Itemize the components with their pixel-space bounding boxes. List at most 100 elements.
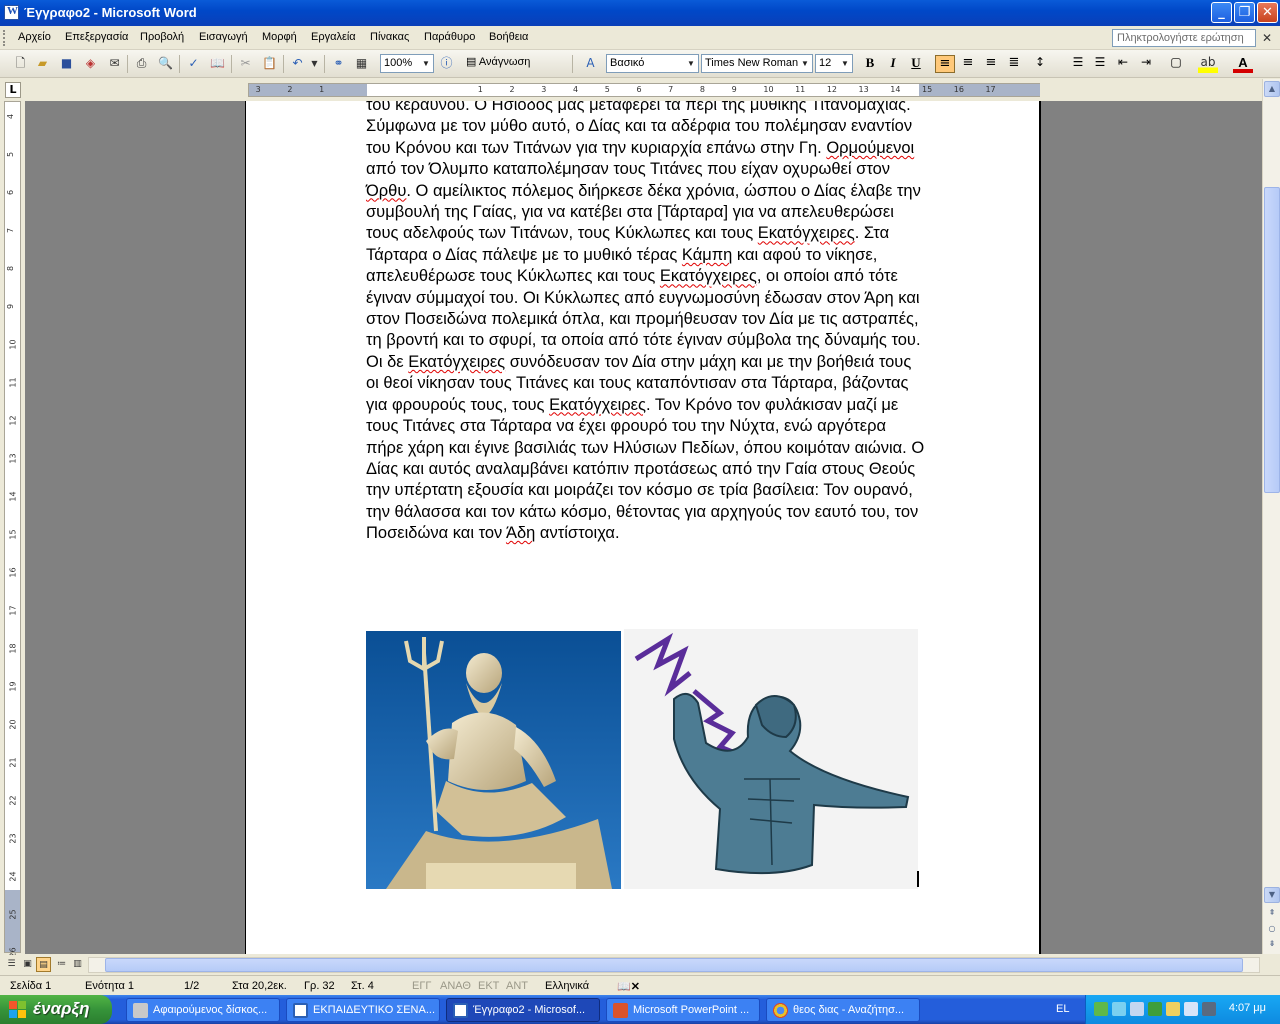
- spelling-status-icon[interactable]: 📖✕: [617, 980, 640, 993]
- tray-volume-icon[interactable]: [1184, 1002, 1198, 1016]
- undo-icon[interactable]: ↶: [289, 55, 306, 72]
- print-layout-icon[interactable]: ▤: [36, 957, 51, 972]
- zeus-painting-image[interactable]: [624, 629, 918, 889]
- ruler-tick-label: 1: [319, 85, 325, 94]
- save-icon[interactable]: ■: [58, 55, 75, 72]
- start-button[interactable]: έναρξη: [0, 995, 112, 1024]
- permission-icon[interactable]: ◈: [82, 55, 99, 72]
- ruler-tick-label: 12: [826, 85, 837, 94]
- research-icon[interactable]: 📖: [209, 55, 226, 72]
- ruler-tick-label: 4: [572, 85, 579, 94]
- table-icon[interactable]: ▦: [353, 55, 370, 72]
- email-icon[interactable]: ✉: [106, 55, 123, 72]
- italic-button[interactable]: I: [883, 55, 903, 73]
- menu-format[interactable]: Μορφή: [262, 31, 297, 43]
- menu-window[interactable]: Παράθυρο: [424, 31, 475, 43]
- document-close-icon[interactable]: ✕: [1262, 31, 1272, 45]
- bullets-icon[interactable]: ☰: [1090, 55, 1110, 73]
- menu-view[interactable]: Προβολή: [140, 31, 184, 43]
- task-chrome-search[interactable]: θεος διας - Αναζήτησ...: [766, 998, 920, 1022]
- status-overtype[interactable]: ΑΝΤ: [506, 980, 528, 992]
- document-page[interactable]: του κεραυνού. Ο Ησίοδος μας μεταφέρει τα…: [245, 101, 1041, 954]
- menu-tools[interactable]: Εργαλεία: [311, 31, 356, 43]
- vertical-scroll-thumb[interactable]: [1264, 187, 1280, 493]
- body-paragraph[interactable]: του κεραυνού. Ο Ησίοδος μας μεταφέρει τα…: [366, 101, 926, 545]
- highlight-icon[interactable]: ab: [1198, 55, 1218, 73]
- read-mode-button[interactable]: ▤ Ανάγνωση: [466, 55, 566, 73]
- scroll-up-icon[interactable]: ▲: [1264, 81, 1280, 97]
- reading-layout-icon[interactable]: ▥: [70, 957, 85, 972]
- status-language[interactable]: Ελληνικά: [545, 980, 589, 992]
- normal-view-icon[interactable]: ☰: [4, 957, 19, 972]
- next-page-icon[interactable]: ⇟: [1264, 937, 1280, 953]
- vertical-ruler[interactable]: 4 5 6 7 8 9 10 11 12 13 14 15 16 17 18 19 20 21 22 23 24 25 26: [4, 101, 21, 958]
- font-color-icon[interactable]: A: [1233, 55, 1253, 73]
- font-size-select[interactable]: 12 ▼: [815, 54, 853, 73]
- help-icon[interactable]: ⓘ: [438, 55, 455, 72]
- menu-insert[interactable]: Εισαγωγή: [199, 31, 248, 43]
- horizontal-scroll-thumb[interactable]: [105, 958, 1243, 972]
- vruler-tick-label: 9: [6, 303, 16, 310]
- tray-safely-remove-icon[interactable]: [1148, 1002, 1162, 1016]
- line-spacing-icon[interactable]: ↕: [1030, 55, 1050, 73]
- tray-monitor-icon[interactable]: [1130, 1002, 1144, 1016]
- tab-selector[interactable]: L: [5, 82, 21, 98]
- task-document2[interactable]: Έγγραφο2 - Microsof...: [446, 998, 600, 1022]
- styles-pane-icon[interactable]: A: [582, 55, 599, 72]
- status-extend[interactable]: ΕΚΤ: [478, 980, 499, 992]
- task-powerpoint[interactable]: Microsoft PowerPoint ...: [606, 998, 760, 1022]
- tray-security-icon[interactable]: [1166, 1002, 1180, 1016]
- previous-page-icon[interactable]: ⇞: [1264, 906, 1280, 922]
- menu-help[interactable]: Βοήθεια: [489, 31, 528, 43]
- status-track-changes[interactable]: ΑΝΑΘ: [440, 980, 471, 992]
- numbering-icon[interactable]: ☰: [1068, 55, 1088, 73]
- spelling-icon[interactable]: ✓: [185, 55, 202, 72]
- hyperlink-icon[interactable]: ⚭: [330, 55, 347, 72]
- borders-icon[interactable]: ▢: [1166, 55, 1186, 73]
- minimize-button[interactable]: _: [1211, 2, 1232, 23]
- underline-button[interactable]: U: [906, 55, 926, 73]
- task-removable-disk[interactable]: Αφαιρούμενος δίσκος...: [126, 998, 280, 1022]
- horizontal-ruler[interactable]: 3 2 1 1 2 3 4 5 6 7 8 9 10 11 12 13 14 15 16 17: [248, 83, 1040, 97]
- undo-dropdown-icon[interactable]: ▼: [306, 55, 323, 72]
- print-icon[interactable]: ⎙: [133, 55, 150, 72]
- maximize-button[interactable]: ❐: [1234, 2, 1255, 23]
- tray-app-icon[interactable]: [1112, 1002, 1126, 1016]
- font-select[interactable]: Times New Roman ▼: [701, 54, 813, 73]
- scroll-down-icon[interactable]: ▼: [1264, 887, 1280, 903]
- close-button[interactable]: ✕: [1257, 2, 1278, 23]
- tray-display-icon[interactable]: [1202, 1002, 1216, 1016]
- zoom-select[interactable]: 100% ▼: [380, 54, 434, 73]
- print-preview-icon[interactable]: 🔍: [157, 55, 174, 72]
- horizontal-scrollbar[interactable]: [88, 957, 1260, 973]
- paste-icon[interactable]: 📋: [261, 55, 278, 72]
- bold-button[interactable]: B: [860, 55, 880, 73]
- cut-icon[interactable]: ✂: [237, 55, 254, 72]
- justify-button[interactable]: ≣: [1004, 55, 1024, 73]
- decrease-indent-icon[interactable]: ⇤: [1113, 55, 1133, 73]
- align-center-button[interactable]: ≡: [958, 55, 978, 73]
- menu-edit[interactable]: Επεξεργασία: [65, 31, 128, 43]
- style-select[interactable]: Βασικό ▼: [606, 54, 699, 73]
- language-indicator[interactable]: EL: [1056, 1003, 1069, 1015]
- status-bar: Σελίδα 1 Ενότητα 1 1/2 Στα 20,2εκ. Γρ. 3…: [0, 975, 1280, 995]
- new-document-icon[interactable]: 🗋: [12, 55, 29, 72]
- open-folder-icon[interactable]: ▰: [34, 55, 51, 72]
- browse-object-icon[interactable]: ○: [1264, 922, 1280, 938]
- menu-file[interactable]: Αρχείο: [18, 31, 51, 43]
- outline-view-icon[interactable]: ≔: [54, 957, 69, 972]
- align-left-button[interactable]: ≡: [935, 55, 955, 73]
- vertical-scrollbar[interactable]: ▲ ▼ ⇞ ○ ⇟: [1262, 79, 1280, 954]
- ask-question-box[interactable]: Πληκτρολογήστε ερώτηση: [1112, 29, 1256, 47]
- menu-table[interactable]: Πίνακας: [370, 31, 409, 43]
- word-app-icon[interactable]: W: [4, 5, 19, 20]
- menu-grip[interactable]: [3, 30, 6, 46]
- poseidon-statue-image[interactable]: [366, 631, 621, 889]
- increase-indent-icon[interactable]: ⇥: [1136, 55, 1156, 73]
- tray-network-icon[interactable]: [1094, 1002, 1108, 1016]
- status-record-macro[interactable]: ΕΓΓ: [412, 980, 431, 992]
- web-layout-icon[interactable]: ▣: [20, 957, 35, 972]
- text-run: από τον Όλυμπο καταπολέμησαν τους Τιτάνε…: [366, 160, 891, 179]
- align-right-button[interactable]: ≡: [981, 55, 1001, 73]
- task-educational-scenario[interactable]: ΕΚΠΑΙΔΕΥΤΙΚΟ ΣΕΝΑ...: [286, 998, 440, 1022]
